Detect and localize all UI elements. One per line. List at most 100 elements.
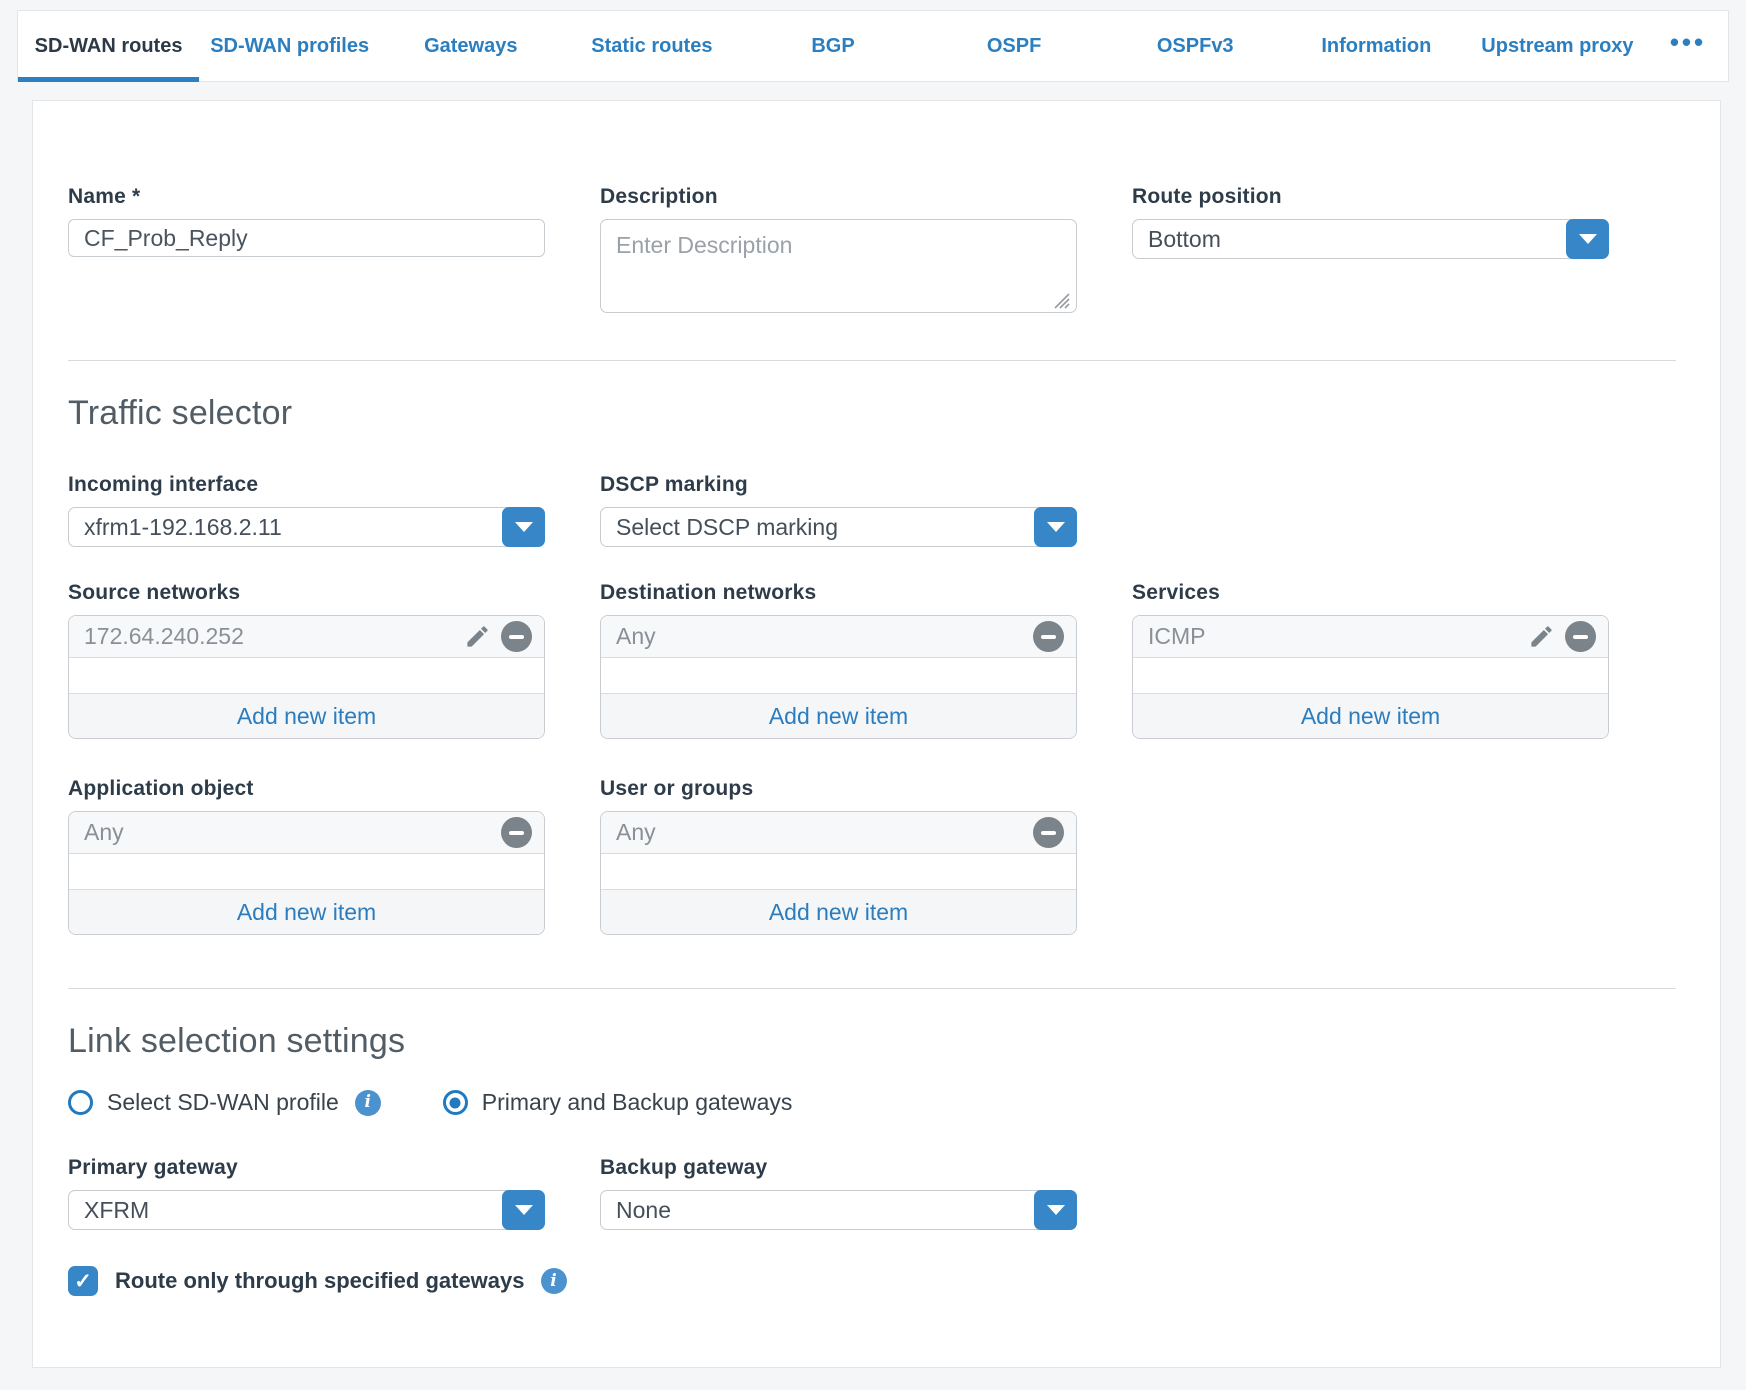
destination-networks-listbox: Any Add new item — [600, 615, 1077, 739]
tab-static-routes[interactable]: Static routes — [561, 11, 742, 81]
tab-more-menu[interactable]: ••• — [1648, 11, 1728, 81]
minus-circle-icon[interactable] — [501, 817, 532, 848]
primary-gateway-select[interactable]: XFRM — [68, 1190, 545, 1230]
backup-gateway-label: Backup gateway — [600, 1156, 1077, 1180]
basic-info-row: Name * Description Route position Bottom — [68, 185, 1680, 318]
route-only-row: Route only through specified gateways — [68, 1266, 1680, 1296]
radio-button-icon[interactable] — [68, 1090, 93, 1115]
link-selection-radio-group: Select SD-WAN profile Primary and Backup… — [68, 1089, 1680, 1116]
item-text: ICMP — [1148, 623, 1528, 650]
chevron-down-icon[interactable] — [1566, 219, 1609, 259]
minus-circle-icon[interactable] — [1033, 817, 1064, 848]
list-spacer — [601, 854, 1076, 889]
minus-circle-icon[interactable] — [1565, 621, 1596, 652]
incoming-interface-select[interactable]: xfrm1-192.168.2.11 — [68, 507, 545, 547]
add-new-item-button[interactable]: Add new item — [1133, 693, 1608, 738]
info-icon[interactable] — [355, 1090, 381, 1116]
selected-value: Select DSCP marking — [616, 514, 838, 541]
destination-networks-field: Destination networks Any Add new item — [600, 581, 1077, 739]
source-networks-field: Source networks 172.64.240.252 Add new i… — [68, 581, 545, 739]
tab-label: SD-WAN profiles — [210, 35, 369, 58]
radio-select-sd-wan-profile[interactable]: Select SD-WAN profile — [68, 1089, 381, 1116]
chevron-down-icon[interactable] — [1034, 507, 1077, 547]
gateways-row: Primary gateway XFRM Backup gateway None — [68, 1156, 1680, 1230]
description-textarea[interactable] — [600, 219, 1077, 313]
item-text: Any — [84, 819, 501, 846]
radio-primary-backup-gateways[interactable]: Primary and Backup gateways — [443, 1089, 793, 1116]
incoming-interface-label: Incoming interface — [68, 473, 545, 497]
selected-value: XFRM — [84, 1197, 149, 1224]
source-networks-label: Source networks — [68, 581, 545, 605]
tab-sd-wan-profiles[interactable]: SD-WAN profiles — [199, 11, 380, 81]
tab-information[interactable]: Information — [1286, 11, 1467, 81]
route-position-field: Route position Bottom — [1132, 185, 1609, 259]
application-object-listbox: Any Add new item — [68, 811, 545, 935]
backup-gateway-field: Backup gateway None — [600, 1156, 1077, 1230]
radio-button-icon[interactable] — [443, 1090, 468, 1115]
backup-gateway-select[interactable]: None — [600, 1190, 1077, 1230]
chevron-down-icon[interactable] — [502, 1190, 545, 1230]
list-item: ICMP — [1133, 616, 1608, 658]
tab-label: BGP — [811, 35, 854, 58]
add-new-item-button[interactable]: Add new item — [601, 889, 1076, 934]
tab-bgp[interactable]: BGP — [742, 11, 923, 81]
add-new-item-button[interactable]: Add new item — [69, 889, 544, 934]
radio-label: Select SD-WAN profile — [107, 1089, 339, 1116]
link-selection-heading: Link selection settings — [68, 1022, 1680, 1061]
active-tab-underline — [18, 77, 199, 82]
destination-networks-label: Destination networks — [600, 581, 1077, 605]
tab-upstream-proxy[interactable]: Upstream proxy — [1467, 11, 1648, 81]
minus-circle-icon[interactable] — [501, 621, 532, 652]
services-listbox: ICMP Add new item — [1132, 615, 1609, 739]
list-spacer — [69, 854, 544, 889]
route-position-select[interactable]: Bottom — [1132, 219, 1609, 259]
route-only-label: Route only through specified gateways — [115, 1268, 525, 1294]
tab-bar: SD-WAN routes SD-WAN profiles Gateways S… — [17, 10, 1729, 82]
info-icon[interactable] — [541, 1268, 567, 1294]
list-spacer — [69, 658, 544, 693]
list-item: Any — [69, 812, 544, 854]
minus-circle-icon[interactable] — [1033, 621, 1064, 652]
tab-gateways[interactable]: Gateways — [380, 11, 561, 81]
primary-gateway-field: Primary gateway XFRM — [68, 1156, 545, 1230]
selected-value: xfrm1-192.168.2.11 — [84, 514, 282, 541]
tab-sd-wan-routes[interactable]: SD-WAN routes — [18, 11, 199, 81]
dscp-marking-select[interactable]: Select DSCP marking — [600, 507, 1077, 547]
name-input[interactable] — [68, 219, 545, 257]
name-field: Name * — [68, 185, 545, 257]
application-object-label: Application object — [68, 777, 545, 801]
divider — [68, 360, 1676, 361]
primary-gateway-label: Primary gateway — [68, 1156, 545, 1180]
user-or-groups-label: User or groups — [600, 777, 1077, 801]
app-users-row: Application object Any Add new item User… — [68, 777, 1680, 935]
divider — [68, 988, 1676, 989]
incoming-interface-field: Incoming interface xfrm1-192.168.2.11 — [68, 473, 545, 547]
item-text: 172.64.240.252 — [84, 623, 464, 650]
name-label: Name * — [68, 185, 545, 209]
pencil-icon[interactable] — [1528, 623, 1555, 650]
list-item: Any — [601, 812, 1076, 854]
tab-label: Information — [1321, 35, 1431, 58]
tab-label: OSPFv3 — [1157, 35, 1234, 58]
tab-label: SD-WAN routes — [35, 35, 183, 58]
tab-label: OSPF — [987, 35, 1041, 58]
source-networks-listbox: 172.64.240.252 Add new item — [68, 615, 545, 739]
selected-value: Bottom — [1148, 226, 1221, 253]
pencil-icon[interactable] — [464, 623, 491, 650]
application-object-field: Application object Any Add new item — [68, 777, 545, 935]
item-text: Any — [616, 623, 1033, 650]
user-or-groups-listbox: Any Add new item — [600, 811, 1077, 935]
services-field: Services ICMP Add new item — [1132, 581, 1609, 739]
tab-ospf[interactable]: OSPF — [924, 11, 1105, 81]
networks-services-row: Source networks 172.64.240.252 Add new i… — [68, 581, 1680, 739]
traffic-selector-heading: Traffic selector — [68, 394, 1680, 433]
tab-label: Static routes — [591, 35, 712, 58]
tab-label: Gateways — [424, 35, 517, 58]
chevron-down-icon[interactable] — [1034, 1190, 1077, 1230]
add-new-item-button[interactable]: Add new item — [601, 693, 1076, 738]
chevron-down-icon[interactable] — [502, 507, 545, 547]
checkbox-checked-icon[interactable] — [68, 1266, 98, 1296]
selected-value: None — [616, 1197, 671, 1224]
add-new-item-button[interactable]: Add new item — [69, 693, 544, 738]
tab-ospfv3[interactable]: OSPFv3 — [1105, 11, 1286, 81]
